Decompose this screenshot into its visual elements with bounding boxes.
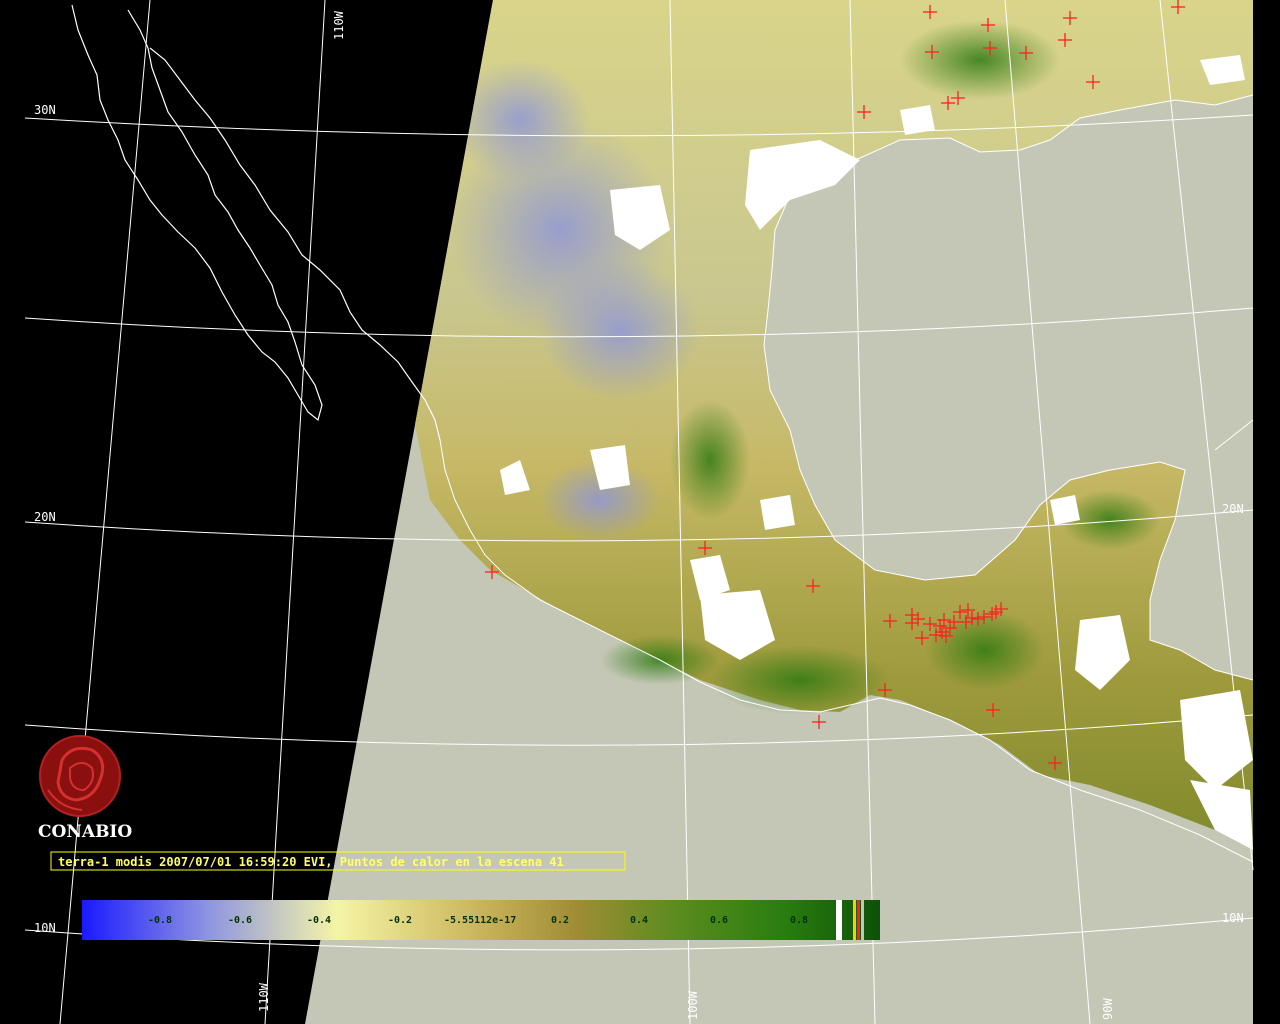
satellite-map: 30N 20N 20N 10N 10N 110W 110W 100W 90W C… [0,0,1280,1024]
legend-marker-gray [861,900,864,940]
legend-tick-1: -0.6 [228,915,252,926]
legend-tick-7: 0.6 [710,915,728,926]
evi-legend: -0.8 -0.6 -0.4 -0.2 -5.55112e-17 0.2 0.4… [82,900,880,940]
lat-label-20n-east: 20N [1222,502,1244,516]
legend-marker-white [836,900,842,940]
lon-label-110w-top: 110W [332,10,346,40]
forest-tint-chiapas [925,610,1045,690]
legend-tick-8: 0.8 [790,915,808,926]
conabio-logo-icon [39,735,121,817]
lat-label-20n-west: 20N [34,510,56,524]
legend-tick-0: -0.8 [148,915,172,926]
brand-name: CONABIO [38,822,132,842]
lon-label-110w-bottom: 110W [257,982,271,1012]
legend-tick-6: 0.4 [630,915,648,926]
legend-tick-4: -5.55112e-17 [444,915,516,926]
legend-marker-red [857,900,860,940]
lon-label-90w-bottom: 90W [1101,998,1115,1020]
legend-tick-3: -0.2 [388,915,412,926]
lat-label-10n-west: 10N [34,921,56,935]
forest-tint-sierra [670,400,750,520]
forest-tint-north [900,20,1060,100]
legend-tick-5: 0.2 [551,915,569,926]
legend-marker-yellow [853,900,856,940]
lat-label-10n-east: 10N [1222,911,1244,925]
legend-tick-2: -0.4 [307,915,331,926]
scene-caption: terra-1 modis 2007/07/01 16:59:20 EVI, P… [58,855,564,869]
lat-label-30n: 30N [34,103,56,117]
lon-label-100w-bottom: 100W [686,990,700,1020]
